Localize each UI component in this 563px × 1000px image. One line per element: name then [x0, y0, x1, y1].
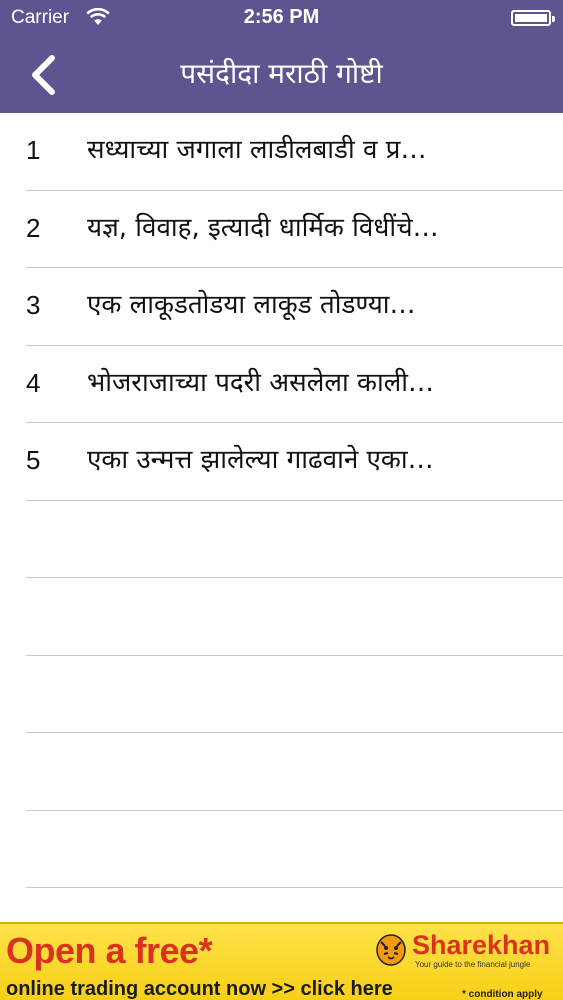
story-title: सध्याच्या जगाला लाडीलबाडी व प्र… [87, 135, 427, 165]
status-bar: Carrier 2:56 PM [0, 0, 563, 38]
story-list: 1 सध्याच्या जगाला लाडीलबाडी व प्र… 2 यज्… [0, 113, 563, 888]
story-number: 4 [26, 367, 41, 398]
story-title: भोजराजाच्या पदरी असलेला काली… [87, 367, 435, 398]
top-bar: Carrier 2:56 PM पसंदीदा मराठी गोष्टी [0, 0, 563, 113]
ad-banner[interactable]: Open a free* online trading account now … [0, 922, 563, 1000]
empty-row [0, 733, 563, 811]
clock: 2:56 PM [243, 6, 320, 28]
story-row-1[interactable]: 1 सध्याच्या जगाला लाडीलबाडी व प्र… [0, 113, 563, 191]
ad-subline: online trading account now >> click here [6, 978, 393, 1000]
ad-tagline: Your guide to the financial jungle [415, 960, 531, 969]
tiger-logo-icon [374, 932, 408, 968]
page-title: पसंदीदा मराठी गोष्टी [180, 57, 383, 90]
battery-icon [511, 10, 555, 26]
ad-brand: Sharekhan [412, 930, 551, 960]
story-number: 3 [26, 290, 41, 320]
empty-row [0, 656, 563, 733]
story-title: यज्ञ, विवाह, इत्यादी धार्मिक विधींचे… [87, 212, 439, 243]
story-number: 1 [26, 135, 41, 165]
story-row-5[interactable]: 5 एका उन्मत्त झालेल्या गाढवाने एका… [0, 423, 563, 501]
story-number: 2 [26, 212, 41, 243]
navigation-bar: पसंदीदा मराठी गोष्टी [0, 38, 563, 113]
ad-headline: Open a free* [6, 930, 213, 971]
story-title: एक लाकूडतोडया लाकूड तोडण्या… [87, 290, 416, 320]
story-title: एका उन्मत्त झालेल्या गाढवाने एका… [87, 445, 434, 475]
story-number: 5 [26, 445, 41, 475]
empty-row [0, 578, 563, 656]
story-row-2[interactable]: 2 यज्ञ, विवाह, इत्यादी धार्मिक विधींचे… [0, 191, 563, 268]
ad-condition-note: * condition apply [462, 989, 543, 1000]
row-separator [26, 887, 563, 888]
story-row-4[interactable]: 4 भोजराजाच्या पदरी असलेला काली… [0, 346, 563, 423]
empty-row [0, 501, 563, 578]
story-row-3[interactable]: 3 एक लाकूडतोडया लाकूड तोडण्या… [0, 268, 563, 346]
empty-row [0, 811, 563, 888]
